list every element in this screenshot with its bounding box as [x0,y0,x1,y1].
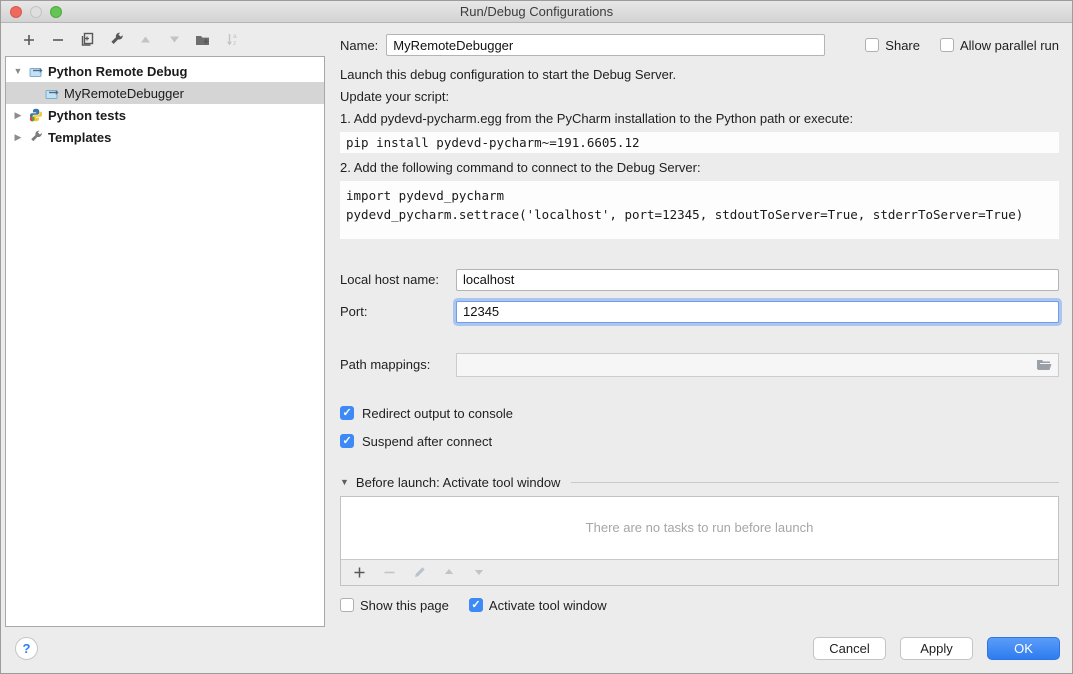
instruction-line-2: Update your script: [340,89,1059,104]
section-divider [571,482,1059,483]
remove-task-button[interactable] [381,564,397,580]
show-this-page-checkbox[interactable] [340,598,354,612]
sidebar-toolbar: az [1,23,326,56]
copy-configuration-button[interactable] [79,32,95,48]
no-tasks-message: There are no tasks to run before launch [341,497,1058,559]
ok-button[interactable]: OK [987,637,1060,660]
remote-debug-config-icon [44,86,60,100]
apply-button[interactable]: Apply [900,637,973,660]
edit-pencil-icon[interactable] [411,564,427,580]
pip-install-code: pip install pydevd-pycharm~=191.6605.12 [340,132,1059,153]
traffic-lights [10,6,62,18]
dialog-footer: ? Cancel Apply OK [1,627,1072,673]
chevron-right-icon[interactable]: ▶ [12,110,24,121]
chevron-down-icon[interactable]: ▼ [12,66,24,76]
allow-parallel-run-checkbox[interactable] [940,38,954,52]
window-title: Run/Debug Configurations [460,4,613,19]
cancel-button[interactable]: Cancel [813,637,886,660]
name-label: Name: [340,38,378,53]
path-mappings-field[interactable] [456,353,1059,377]
share-checkbox-group[interactable]: Share [865,38,920,53]
name-input[interactable] [386,34,825,56]
configurations-sidebar: az ▼ Python Remote Debug MyRemoteDebug [1,23,326,627]
port-label: Port: [340,304,456,319]
settrace-code-line-1: import pydevd_pycharm [346,188,504,203]
tasks-toolbar [341,559,1058,585]
instruction-line-1: Launch this debug configuration to start… [340,67,1059,82]
redirect-output-label: Redirect output to console [362,406,513,421]
tree-item-label: Python Remote Debug [48,64,187,79]
move-task-up-icon[interactable] [441,564,457,580]
chevron-down-icon[interactable]: ▼ [340,477,349,487]
tree-item-python-remote-debug[interactable]: ▼ Python Remote Debug [6,60,324,82]
redirect-output-checkbox[interactable] [340,406,354,420]
configurations-tree: ▼ Python Remote Debug MyRemoteDebugger ▶ [5,56,325,627]
tree-item-label: Python tests [48,108,126,123]
share-checkbox[interactable] [865,38,879,52]
add-configuration-button[interactable] [21,32,37,48]
settrace-code-line-2: pydevd_pycharm.settrace('localhost', por… [346,207,1023,222]
configuration-editor: Name: Share Allow parallel run Launch th… [326,23,1072,627]
port-input[interactable] [456,301,1059,323]
path-mappings-label: Path mappings: [340,357,456,372]
new-folder-button[interactable] [195,32,211,48]
sort-alphabetically-button[interactable]: az [224,32,240,48]
activate-tool-window-label: Activate tool window [489,598,607,613]
tree-item-python-tests[interactable]: ▶ Python tests [6,104,324,126]
instruction-step-2: 2. Add the following command to connect … [340,160,1059,175]
suspend-after-connect-label: Suspend after connect [362,434,492,449]
share-label: Share [885,38,920,53]
tree-item-label: Templates [48,130,111,145]
activate-tool-window-checkbox[interactable] [469,598,483,612]
tree-item-myremotedebugger[interactable]: MyRemoteDebugger [6,82,324,104]
move-task-down-icon[interactable] [471,564,487,580]
redirect-output-row[interactable]: Redirect output to console [340,406,1059,421]
tree-item-templates[interactable]: ▶ Templates [6,126,324,148]
title-bar: Run/Debug Configurations [1,1,1072,23]
add-task-button[interactable] [351,564,367,580]
remove-configuration-button[interactable] [50,32,66,48]
svg-text:z: z [233,40,236,47]
before-launch-title: Before launch: Activate tool window [356,475,561,490]
allow-parallel-run-label: Allow parallel run [960,38,1059,53]
show-this-page-label: Show this page [360,598,449,613]
run-debug-configurations-dialog: Run/Debug Configurations [0,0,1073,674]
move-up-button[interactable] [137,32,153,48]
python-tests-icon [28,108,44,122]
browse-folder-icon[interactable] [1036,359,1052,371]
svg-text:a: a [233,33,237,40]
settrace-code: import pydevd_pycharm pydevd_pycharm.set… [340,181,1059,239]
before-launch-tasks-panel: There are no tasks to run before launch [340,496,1059,586]
suspend-after-connect-row[interactable]: Suspend after connect [340,434,1059,449]
instruction-step-1: 1. Add pydevd-pycharm.egg from the PyCha… [340,111,1059,126]
local-host-name-label: Local host name: [340,272,456,287]
move-down-button[interactable] [166,32,182,48]
show-this-page-group[interactable]: Show this page [340,598,449,613]
wrench-icon [28,130,44,144]
local-host-name-input[interactable] [456,269,1059,291]
activate-tool-window-group[interactable]: Activate tool window [469,598,607,613]
allow-parallel-run-group[interactable]: Allow parallel run [940,38,1059,53]
suspend-after-connect-checkbox[interactable] [340,434,354,448]
help-button[interactable]: ? [15,637,38,660]
edit-defaults-button[interactable] [108,32,124,48]
minimize-button[interactable] [30,6,42,18]
chevron-right-icon[interactable]: ▶ [12,132,24,143]
close-button[interactable] [10,6,22,18]
before-launch-header[interactable]: ▼ Before launch: Activate tool window [340,475,1059,490]
remote-debug-config-icon [28,64,44,78]
tree-item-label: MyRemoteDebugger [64,86,184,101]
zoom-button[interactable] [50,6,62,18]
